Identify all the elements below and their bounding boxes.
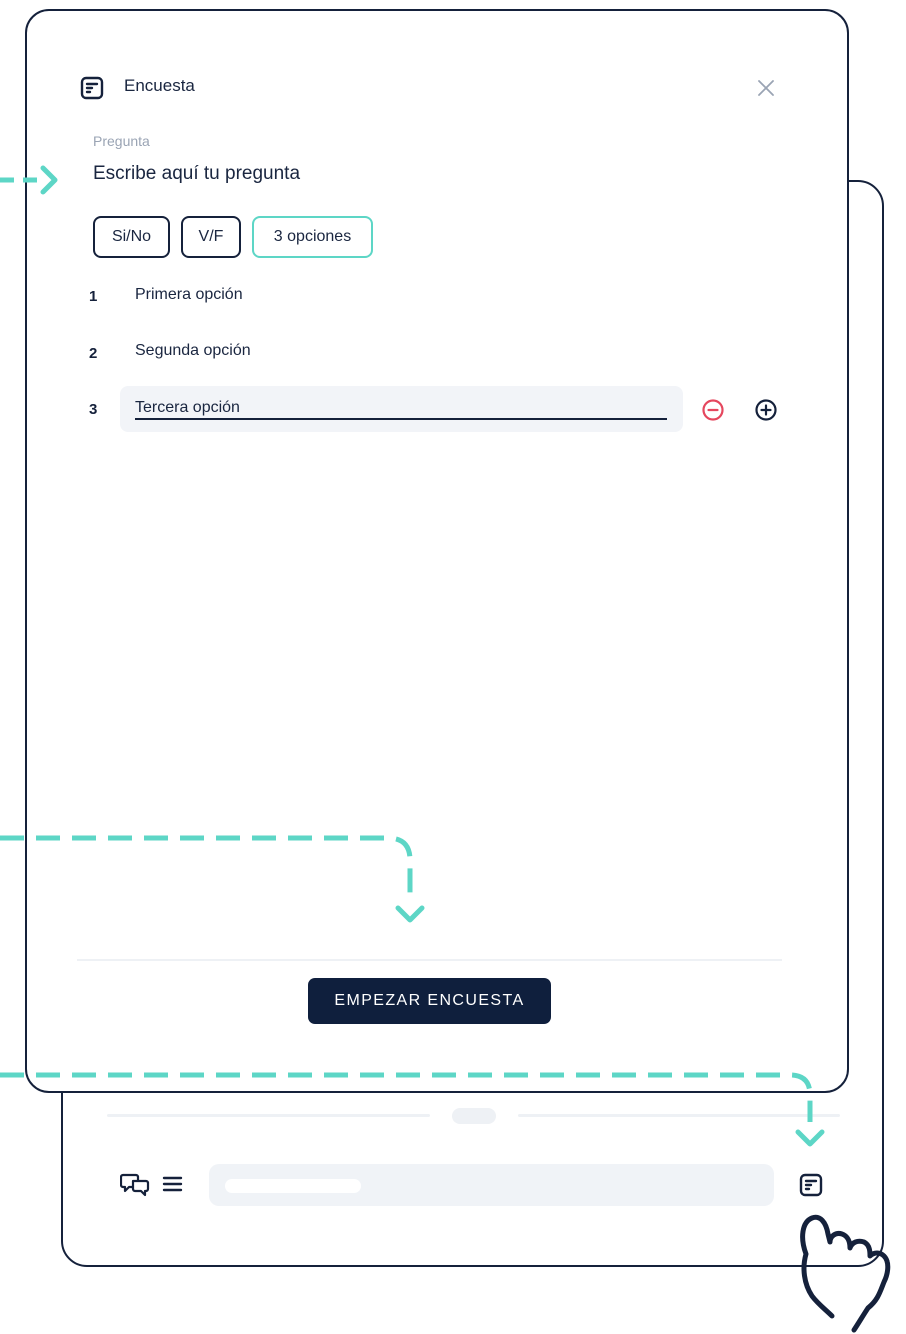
guide-arrows-overlay: [0, 165, 825, 1147]
